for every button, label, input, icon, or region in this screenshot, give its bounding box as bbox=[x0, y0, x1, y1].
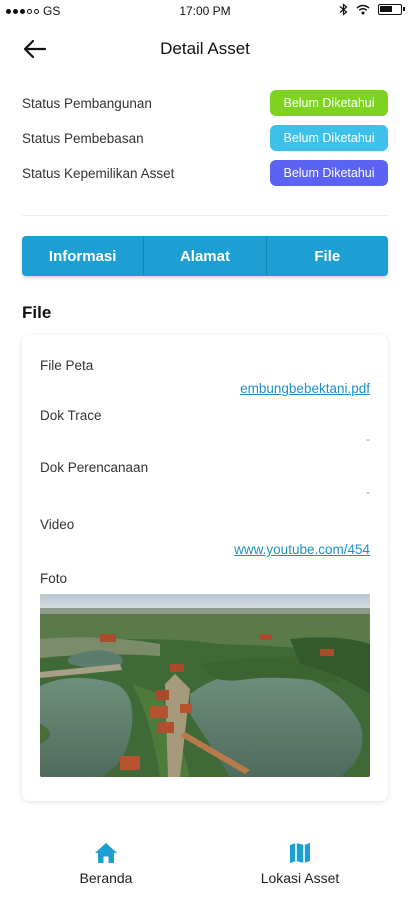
tab-alamat[interactable]: Alamat bbox=[143, 236, 265, 276]
status-row-pembangunan: Status Pembangunan Belum Diketahui bbox=[22, 90, 388, 116]
battery-icon bbox=[378, 4, 405, 15]
status-badge: Belum Diketahui bbox=[270, 125, 388, 151]
nav-lokasi-asset[interactable]: Lokasi Asset bbox=[225, 842, 375, 886]
bottom-navigation: Beranda Lokasi Asset bbox=[0, 830, 410, 900]
tab-file[interactable]: File bbox=[265, 236, 388, 276]
video-link[interactable]: www.youtube.com/454 bbox=[234, 542, 370, 557]
status-icons bbox=[339, 3, 405, 16]
nav-lokasi-asset-label: Lokasi Asset bbox=[260, 870, 340, 886]
status-badge: Belum Diketahui bbox=[270, 160, 388, 186]
dok-trace-value: - bbox=[366, 432, 370, 446]
asset-photo[interactable] bbox=[40, 594, 370, 777]
home-icon bbox=[95, 843, 117, 863]
file-peta-link[interactable]: embungbebektani.pdf bbox=[240, 381, 370, 396]
dok-perencanaan-label: Dok Perencanaan bbox=[40, 460, 149, 475]
wifi-icon bbox=[356, 4, 370, 15]
section-title: File bbox=[22, 303, 52, 322]
asset-photo-image bbox=[40, 594, 370, 777]
status-label: Status Pembebasan bbox=[22, 130, 144, 146]
status-bar: GS 17:00 PM bbox=[0, 0, 410, 22]
nav-beranda[interactable]: Beranda bbox=[31, 842, 181, 886]
status-row-kepemilikan: Status Kepemilikan Asset Belum Diketahui bbox=[22, 160, 388, 186]
foto-label: Foto bbox=[40, 571, 68, 586]
map-icon bbox=[290, 843, 310, 863]
file-peta-label: File Peta bbox=[40, 358, 94, 373]
nav-beranda-label: Beranda bbox=[79, 870, 133, 886]
video-label: Video bbox=[40, 517, 75, 532]
dok-trace-label: Dok Trace bbox=[40, 408, 102, 423]
file-card: File Peta embungbebektani.pdf Dok Trace … bbox=[22, 335, 388, 801]
dok-perencanaan-value: - bbox=[366, 485, 370, 499]
status-label: Status Pembangunan bbox=[22, 95, 152, 111]
divider bbox=[22, 215, 388, 216]
app-bar: Detail Asset bbox=[0, 30, 410, 68]
tab-informasi[interactable]: Informasi bbox=[22, 236, 143, 276]
tab-bar: Informasi Alamat File bbox=[22, 236, 388, 276]
status-label: Status Kepemilikan Asset bbox=[22, 165, 175, 181]
page-title: Detail Asset bbox=[160, 39, 250, 58]
status-badge: Belum Diketahui bbox=[270, 90, 388, 116]
bluetooth-icon bbox=[339, 3, 348, 16]
status-row-pembebasan: Status Pembebasan Belum Diketahui bbox=[22, 125, 388, 151]
